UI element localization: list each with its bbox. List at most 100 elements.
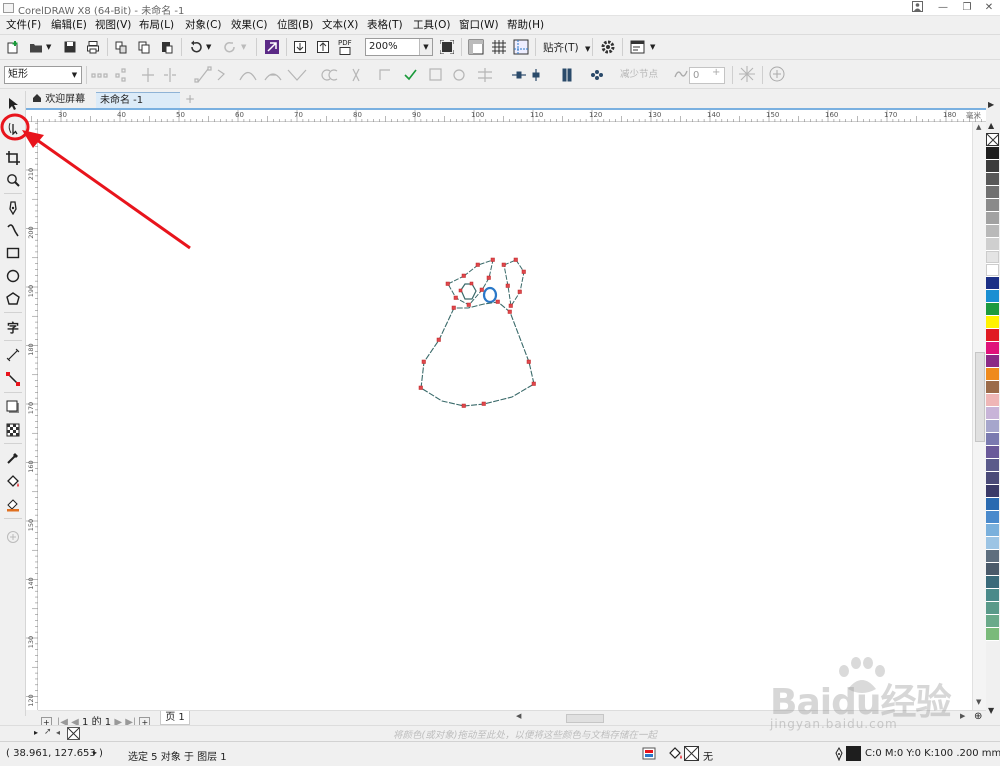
open-dropdown-icon[interactable]: ▼ — [46, 43, 51, 51]
menu-effects[interactable]: 效果(C) — [231, 17, 268, 33]
show-grid-icon[interactable] — [489, 37, 509, 57]
import-icon[interactable] — [290, 37, 310, 57]
color-swatch[interactable] — [986, 160, 999, 173]
navigator-zoom-icon[interactable]: ⊕ — [974, 711, 982, 722]
color-swatch[interactable] — [986, 186, 999, 199]
publish-pdf-icon[interactable]: PDF — [338, 39, 352, 57]
selection-mode-select[interactable]: 矩形 ▼ — [4, 66, 82, 84]
show-rulers-icon[interactable] — [466, 37, 486, 57]
curve-node[interactable] — [495, 299, 500, 304]
connector-tool-icon[interactable] — [3, 369, 23, 389]
color-swatch[interactable] — [986, 407, 999, 420]
horizontal-scroll-thumb[interactable] — [566, 714, 604, 723]
doc-palette-eyedropper-icon[interactable]: ➚ — [44, 727, 52, 737]
color-swatch[interactable] — [986, 498, 999, 511]
curve-node[interactable] — [421, 359, 426, 364]
color-swatch[interactable] — [986, 303, 999, 316]
add-tab-button[interactable]: + — [181, 92, 195, 108]
redo-icon[interactable] — [220, 37, 240, 57]
scroll-up-arrow[interactable]: ▲ — [976, 123, 981, 131]
text-tool-icon[interactable]: 字 — [3, 317, 23, 337]
open-icon[interactable] — [26, 37, 46, 57]
hscroll-left-arrow[interactable]: ◀ — [516, 712, 521, 720]
palette-scroll-up-icon[interactable]: ▶ — [988, 100, 994, 109]
menu-bitmaps[interactable]: 位图(B) — [277, 17, 313, 33]
color-palette[interactable] — [986, 133, 1000, 706]
scroll-down-arrow[interactable]: ▼ — [976, 698, 981, 706]
launcher-dropdown-icon[interactable]: ▼ — [650, 43, 655, 51]
redo-dropdown-icon[interactable]: ▼ — [241, 43, 246, 51]
color-swatch[interactable] — [986, 524, 999, 537]
color-swatch[interactable] — [986, 615, 999, 628]
color-swatch[interactable] — [986, 576, 999, 589]
color-swatch[interactable] — [986, 277, 999, 290]
smart-fill-tool-icon[interactable] — [3, 495, 23, 515]
palette-scroll-top-icon[interactable]: ▲ — [988, 121, 994, 130]
vertical-scroll-thumb[interactable] — [975, 352, 985, 442]
color-swatch[interactable] — [986, 342, 999, 355]
palette-scroll-down-icon[interactable]: ▼ — [988, 706, 994, 715]
color-swatch[interactable] — [986, 290, 999, 303]
curve-node[interactable] — [486, 275, 491, 280]
snap-dropdown-icon[interactable]: ▼ — [585, 45, 590, 53]
color-swatch[interactable] — [986, 472, 999, 485]
application-launcher-icon[interactable] — [628, 37, 648, 57]
page-tab-1[interactable]: 页 1 — [160, 711, 190, 725]
search-content-icon[interactable] — [262, 37, 282, 57]
curve-node[interactable] — [507, 309, 512, 314]
menu-object[interactable]: 对象(C) — [185, 17, 222, 33]
new-document-icon[interactable] — [3, 37, 23, 57]
full-screen-icon[interactable] — [437, 37, 457, 57]
restore-button[interactable]: ❐ — [960, 1, 974, 14]
outline-pen-icon[interactable] — [834, 747, 844, 764]
color-swatch[interactable] — [986, 225, 999, 238]
curve-node[interactable] — [475, 262, 480, 267]
color-swatch[interactable] — [986, 368, 999, 381]
color-swatch[interactable] — [986, 589, 999, 602]
color-swatch[interactable] — [986, 199, 999, 212]
account-icon[interactable] — [910, 1, 924, 14]
print-icon[interactable] — [83, 37, 103, 57]
curve-node[interactable] — [481, 401, 486, 406]
color-swatch[interactable] — [986, 550, 999, 563]
color-swatch[interactable] — [986, 147, 999, 160]
color-swatch[interactable] — [986, 511, 999, 524]
menu-text[interactable]: 文本(X) — [322, 17, 358, 33]
no-color-swatch[interactable] — [986, 133, 999, 146]
status-expand-icon[interactable]: ▸ — [93, 748, 97, 757]
color-swatch[interactable] — [986, 316, 999, 329]
curve-node[interactable] — [517, 289, 522, 294]
owl-curve-eye-left[interactable] — [460, 283, 477, 300]
curve-node[interactable] — [466, 302, 471, 307]
color-swatch[interactable] — [986, 212, 999, 225]
curve-node[interactable] — [458, 288, 463, 293]
menu-window[interactable]: 窗口(W) — [459, 17, 499, 33]
curve-node[interactable] — [453, 295, 458, 300]
curve-node[interactable] — [436, 337, 441, 342]
tab-welcome-screen[interactable]: 欢迎屏幕 — [28, 92, 96, 108]
curve-node[interactable] — [479, 287, 484, 292]
zoom-dropdown-icon[interactable]: ▼ — [419, 39, 432, 55]
curve-node[interactable] — [513, 257, 518, 262]
color-swatch[interactable] — [986, 238, 999, 251]
snap-to-dropdown[interactable]: 贴齐(T) ▼ — [543, 40, 590, 55]
interactive-fill-tool-icon[interactable] — [3, 472, 23, 492]
curve-node[interactable] — [461, 403, 466, 408]
curve-node[interactable] — [490, 257, 495, 262]
quick-customize-icon[interactable] — [3, 527, 23, 547]
curve-node[interactable] — [445, 281, 450, 286]
reduce-nodes-button[interactable]: 减少节点 — [620, 67, 664, 83]
doc-palette-expand-icon[interactable]: ▸ — [34, 728, 38, 737]
color-swatch[interactable] — [986, 251, 999, 264]
menu-layout[interactable]: 布局(L) — [139, 17, 174, 33]
color-swatch[interactable] — [986, 420, 999, 433]
node-editing-tools-group[interactable] — [90, 65, 620, 85]
cut-icon[interactable] — [111, 37, 131, 57]
curve-node[interactable] — [526, 359, 531, 364]
doc-palette-menu-icon[interactable]: ◂ — [56, 728, 60, 737]
menu-edit[interactable]: 编辑(E) — [51, 17, 87, 33]
vertical-scrollbar[interactable]: ▲ ▼ — [972, 122, 986, 710]
selection-mode-dropdown-icon[interactable]: ▼ — [68, 67, 81, 83]
menu-file[interactable]: 文件(F) — [6, 17, 41, 33]
polygon-tool-icon[interactable] — [3, 289, 23, 309]
